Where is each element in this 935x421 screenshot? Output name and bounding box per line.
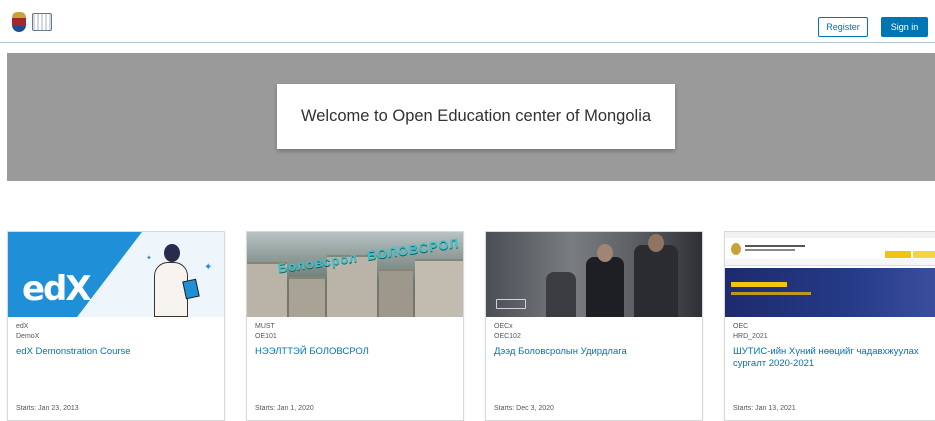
course-start-date: Starts: Jan 23, 2013 (16, 405, 79, 412)
course-title-link[interactable]: НЭЭЛТТЭЙ БОЛОВСРОЛ (255, 346, 455, 358)
course-org: edX (16, 323, 29, 330)
course-start-date: Starts: Jan 1, 2020 (255, 405, 314, 412)
course-card[interactable]: Боловсрол БОЛОВСРОЛ MUST OE101 НЭЭЛТТЭЙ … (246, 231, 464, 421)
site-logo[interactable] (12, 11, 108, 33)
hero-title-card: Welcome to Open Education center of Mong… (277, 84, 675, 149)
course-title-link[interactable]: edX Demonstration Course (16, 346, 216, 358)
course-title-link[interactable]: Дээд Боловсролын Удирдлага (494, 346, 694, 358)
sign-in-button[interactable]: Sign in (881, 17, 928, 37)
course-code: OEC102 (494, 333, 521, 340)
course-card[interactable]: OECx OEC102 Дээд Боловсролын Удирдлага S… (485, 231, 703, 421)
course-code: DemoX (16, 333, 40, 340)
course-start-date: Starts: Jan 13, 2021 (733, 405, 796, 412)
edx-logo-icon: edX (22, 269, 92, 309)
course-card[interactable]: edX ✦ ✦ edX DemoX edX Demonstration Cour… (7, 231, 225, 421)
site-header: Register Sign in (0, 0, 935, 43)
course-start-date: Starts: Dec 3, 2020 (494, 405, 554, 412)
course-org: MUST (255, 323, 275, 330)
hero-title: Welcome to Open Education center of Mong… (300, 107, 652, 125)
course-image[interactable] (725, 232, 935, 317)
hero-banner: Welcome to Open Education center of Mong… (7, 53, 935, 181)
course-org: OECx (494, 323, 513, 330)
course-code: OE101 (255, 333, 277, 340)
course-image[interactable]: Боловсрол БОЛОВСРОЛ (247, 232, 463, 317)
logo-wordmark (58, 15, 108, 29)
course-title-link[interactable]: ШУТИС-ийн Хүний нөөцийг чадавхжуулах сур… (733, 346, 933, 370)
course-org: OEC (733, 323, 749, 330)
course-image[interactable]: edX ✦ ✦ (8, 232, 224, 317)
course-card[interactable]: OEC HRD_2021 ШУТИС-ийн Хүний нөөцийг чад… (724, 231, 935, 421)
building-icon (32, 13, 52, 31)
building-icon (496, 299, 526, 309)
register-button[interactable]: Register (818, 17, 868, 37)
course-image[interactable] (486, 232, 702, 317)
university-emblem-icon (12, 12, 26, 32)
course-code: HRD_2021 (733, 333, 768, 340)
